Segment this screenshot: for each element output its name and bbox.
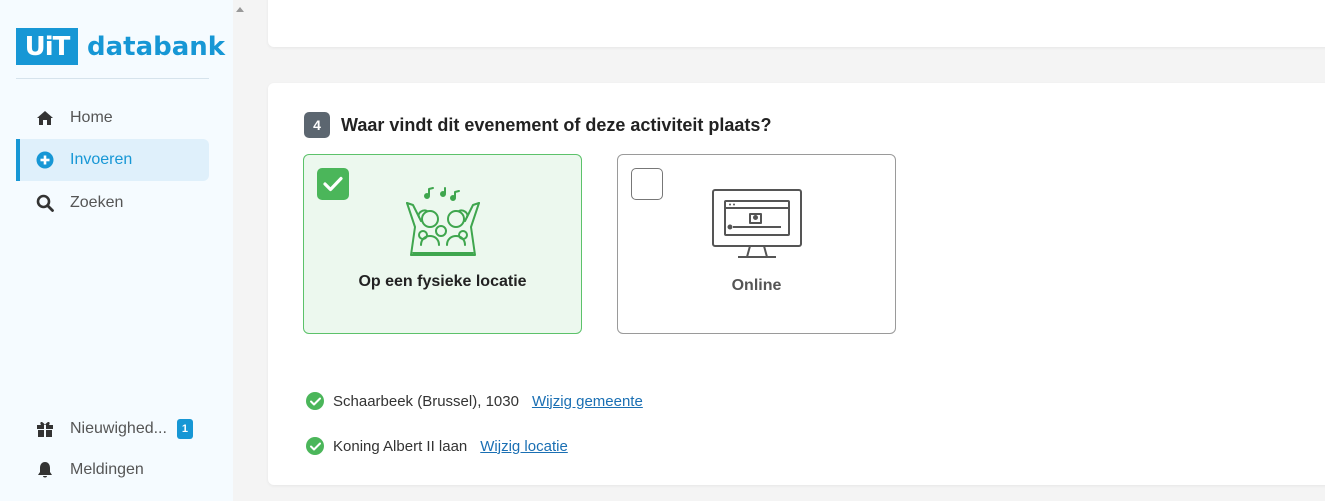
option-online[interactable]: Online — [617, 154, 896, 334]
sidebar-item-label: Meldingen — [70, 461, 144, 478]
checkbox-unchecked[interactable] — [631, 168, 663, 200]
change-location-link[interactable]: Wijzig locatie — [480, 438, 568, 455]
bell-icon — [36, 461, 54, 479]
crowd-icon — [405, 187, 480, 256]
sidebar-item-label: Zoeken — [70, 194, 124, 211]
check-circle-icon — [306, 392, 324, 410]
change-municipality-link[interactable]: Wijzig gemeente — [532, 393, 643, 410]
check-circle-icon — [306, 437, 324, 455]
sidebar-item-meldingen[interactable]: Meldingen — [16, 449, 209, 491]
scroll-up-arrow-icon[interactable] — [236, 6, 244, 12]
municipality-row: Schaarbeek (Brussel), 1030 Wijzig gemeen… — [306, 392, 643, 410]
logo-badge: UiT — [16, 28, 78, 65]
uit-databank-logo[interactable]: UiT databank — [16, 28, 225, 65]
option-physical-location[interactable]: Op een fysieke locatie — [303, 154, 582, 334]
gift-icon — [36, 420, 54, 438]
sidebar-item-nieuwigheden[interactable]: Nieuwighed... 1 — [16, 408, 209, 450]
search-icon — [36, 194, 54, 212]
logo-text: databank — [87, 31, 226, 62]
step-question: Waar vindt dit evenement of deze activit… — [341, 115, 772, 135]
sidebar-item-label: Nieuwighed... — [70, 420, 167, 437]
sidebar-item-home[interactable]: Home — [16, 97, 209, 139]
monitor-icon — [711, 189, 802, 258]
place-text: Koning Albert II laan — [333, 437, 468, 455]
sidebar-item-zoeken[interactable]: Zoeken — [16, 182, 209, 224]
home-icon — [36, 109, 54, 127]
place-row: Koning Albert II laan Wijzig locatie — [306, 437, 568, 455]
sidebar-item-label: Invoeren — [70, 151, 133, 168]
municipality-text: Schaarbeek (Brussel), 1030 — [333, 392, 519, 410]
sidebar-item-invoeren[interactable]: Invoeren — [16, 139, 209, 181]
checkbox-checked[interactable] — [317, 168, 349, 200]
divider — [16, 78, 209, 79]
option-label: Online — [731, 277, 782, 294]
notification-count-badge: 1 — [176, 419, 193, 439]
step-number-badge: 4 — [304, 112, 330, 138]
sidebar: UiT databank Home Invoeren Zoeken Nieuwi… — [0, 0, 233, 501]
sidebar-item-label: Home — [70, 109, 113, 126]
checkmark-icon — [323, 176, 343, 192]
plus-circle-icon — [36, 151, 54, 169]
option-label: Op een fysieke locatie — [358, 273, 527, 290]
previous-step-card — [268, 0, 1325, 47]
